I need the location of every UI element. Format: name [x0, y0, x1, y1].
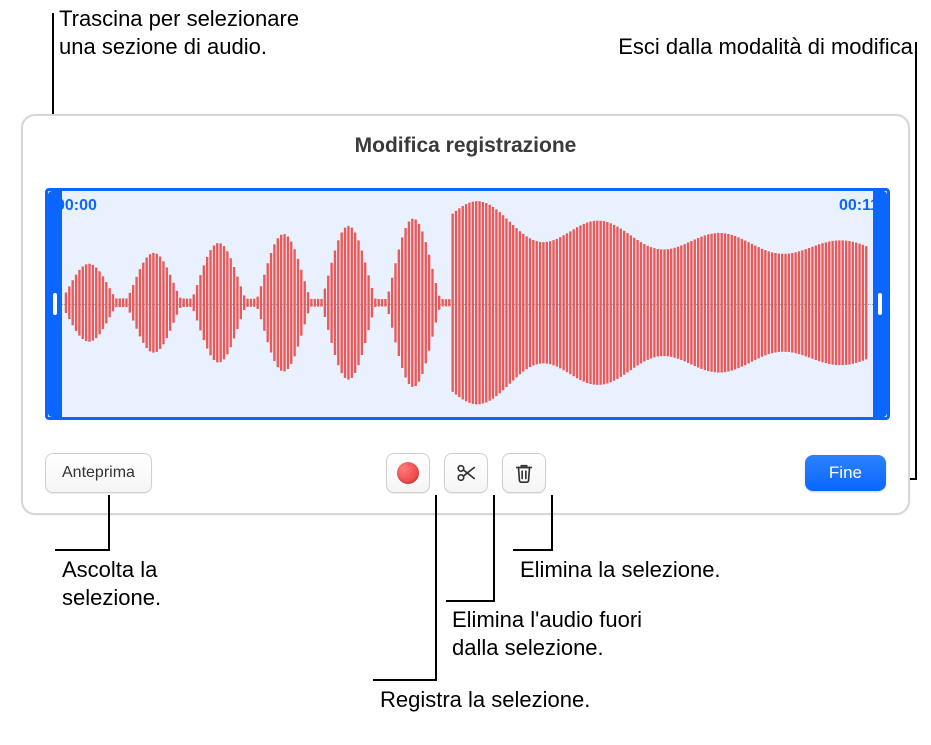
waveform-bars	[62, 191, 873, 415]
callout-line	[513, 549, 553, 551]
delete-button[interactable]	[502, 453, 546, 493]
editor-toolbar: Anteprima	[45, 451, 886, 495]
done-button[interactable]: Fine	[805, 455, 886, 491]
trash-icon	[513, 462, 535, 484]
editor-panel: Modifica registrazione 00:00 00:11 Antep…	[21, 114, 910, 515]
callout-line	[435, 495, 437, 681]
panel-title: Modifica registrazione	[23, 134, 908, 158]
callout-line	[55, 549, 110, 551]
selection-handle-right[interactable]	[873, 191, 887, 417]
callout-line	[493, 495, 495, 602]
scissors-icon	[455, 462, 477, 484]
callout-line	[551, 495, 553, 551]
trim-button[interactable]	[444, 453, 488, 493]
callout-exit-edit: Esci dalla modalità di modifica.	[618, 33, 919, 61]
callout-record-selection: Registra la selezione.	[380, 686, 590, 714]
callout-listen-selection: Ascolta la selezione.	[62, 556, 161, 611]
callout-delete-outside: Elimina l'audio fuori dalla selezione.	[452, 606, 642, 661]
record-icon	[397, 462, 419, 484]
callout-delete-selection: Elimina la selezione.	[520, 556, 721, 584]
callout-line	[373, 679, 437, 681]
callout-line	[915, 42, 917, 480]
callout-drag-select: Trascina per selezionare una sezione di …	[59, 5, 299, 60]
callout-line	[446, 600, 495, 602]
selection-handle-left[interactable]	[48, 191, 62, 417]
callout-line	[108, 495, 110, 551]
record-button[interactable]	[386, 453, 430, 493]
waveform-selection-area[interactable]: 00:00 00:11	[45, 188, 890, 420]
preview-button[interactable]: Anteprima	[45, 453, 152, 493]
